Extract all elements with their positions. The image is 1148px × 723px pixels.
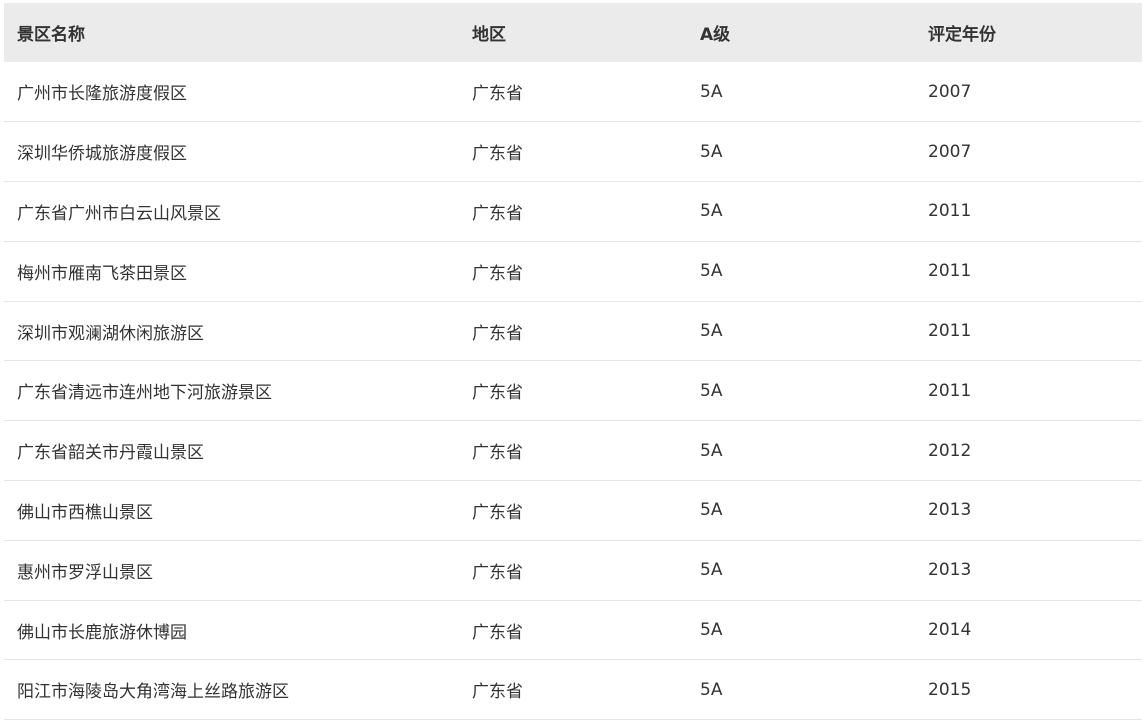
scenic-areas-table-container: 景区名称 地区 A级 评定年份 广州市长隆旅游度假区 广东省 5A 2007 深… — [4, 3, 1142, 720]
cell-a-level: 5A — [700, 679, 723, 700]
table-row: 梅州市雁南飞茶田景区 广东省 5A 2011 — [4, 241, 1142, 302]
scenic-areas-table: 景区名称 地区 A级 评定年份 广州市长隆旅游度假区 广东省 5A 2007 深… — [4, 3, 1142, 720]
cell-scenic-name: 阳江市海陵岛大角湾海上丝路旅游区 — [17, 682, 289, 703]
cell-rating-year: 2015 — [928, 679, 972, 700]
cell-a-level: 5A — [700, 141, 723, 162]
cell-region: 广东省 — [472, 562, 523, 583]
cell-a-level: 5A — [700, 321, 723, 342]
table-row: 深圳华侨城旅游度假区 广东省 5A 2007 — [4, 122, 1142, 182]
header-scenic-name: 景区名称 — [17, 25, 85, 45]
table-header: 景区名称 地区 A级 评定年份 — [4, 3, 1142, 62]
cell-region: 广东省 — [472, 502, 523, 523]
cell-rating-year: 2013 — [928, 500, 972, 521]
cell-rating-year: 2011 — [928, 380, 972, 401]
cell-scenic-name: 广东省广州市白云山风景区 — [17, 203, 221, 224]
cell-region: 广东省 — [472, 443, 523, 464]
cell-rating-year: 2011 — [928, 201, 972, 222]
cell-rating-year: 2011 — [928, 321, 972, 342]
table-row: 佛山市长鹿旅游休博园 广东省 5A 2014 — [4, 600, 1142, 660]
header-a-level: A级 — [700, 25, 731, 45]
table-row: 惠州市罗浮山景区 广东省 5A 2013 — [4, 540, 1142, 601]
table-row: 广东省韶关市丹霞山景区 广东省 5A 2012 — [4, 421, 1142, 481]
cell-rating-year: 2007 — [928, 141, 972, 162]
cell-region: 广东省 — [472, 622, 523, 643]
cell-region: 广东省 — [472, 84, 523, 105]
cell-scenic-name: 佛山市西樵山景区 — [17, 502, 153, 523]
cell-a-level: 5A — [700, 81, 723, 102]
cell-region: 广东省 — [472, 203, 523, 224]
cell-rating-year: 2011 — [928, 261, 972, 282]
cell-a-level: 5A — [700, 620, 723, 641]
table-row: 广州市长隆旅游度假区 广东省 5A 2007 — [4, 62, 1142, 122]
table-row: 阳江市海陵岛大角湾海上丝路旅游区 广东省 5A 2015 — [4, 660, 1142, 720]
cell-scenic-name: 广东省韶关市丹霞山景区 — [17, 443, 204, 464]
cell-region: 广东省 — [472, 323, 523, 344]
cell-a-level: 5A — [700, 560, 723, 581]
cell-rating-year: 2012 — [928, 440, 972, 461]
cell-scenic-name: 深圳华侨城旅游度假区 — [17, 144, 187, 165]
table-body: 广州市长隆旅游度假区 广东省 5A 2007 深圳华侨城旅游度假区 广东省 5A… — [4, 62, 1142, 720]
cell-region: 广东省 — [472, 682, 523, 703]
cell-region: 广东省 — [472, 383, 523, 404]
table-row: 广东省清远市连州地下河旅游景区 广东省 5A 2011 — [4, 361, 1142, 421]
cell-scenic-name: 佛山市长鹿旅游休博园 — [17, 622, 187, 643]
cell-rating-year: 2007 — [928, 81, 972, 102]
header-rating-year: 评定年份 — [928, 25, 996, 45]
cell-scenic-name: 广州市长隆旅游度假区 — [17, 84, 187, 105]
cell-rating-year: 2014 — [928, 620, 972, 641]
header-region: 地区 — [472, 25, 506, 45]
cell-scenic-name: 广东省清远市连州地下河旅游景区 — [17, 383, 272, 404]
table-row: 佛山市西樵山景区 广东省 5A 2013 — [4, 481, 1142, 541]
table-row: 广东省广州市白云山风景区 广东省 5A 2011 — [4, 182, 1142, 242]
cell-region: 广东省 — [472, 263, 523, 284]
cell-scenic-name: 深圳市观澜湖休闲旅游区 — [17, 323, 204, 344]
cell-a-level: 5A — [700, 380, 723, 401]
table-header-row: 景区名称 地区 A级 评定年份 — [4, 3, 1142, 62]
cell-a-level: 5A — [700, 440, 723, 461]
cell-rating-year: 2013 — [928, 560, 972, 581]
cell-a-level: 5A — [700, 201, 723, 222]
table-row: 深圳市观澜湖休闲旅游区 广东省 5A 2011 — [4, 301, 1142, 361]
cell-scenic-name: 惠州市罗浮山景区 — [17, 562, 153, 583]
cell-scenic-name: 梅州市雁南飞茶田景区 — [17, 263, 187, 284]
cell-region: 广东省 — [472, 144, 523, 165]
cell-a-level: 5A — [700, 261, 723, 282]
cell-a-level: 5A — [700, 500, 723, 521]
